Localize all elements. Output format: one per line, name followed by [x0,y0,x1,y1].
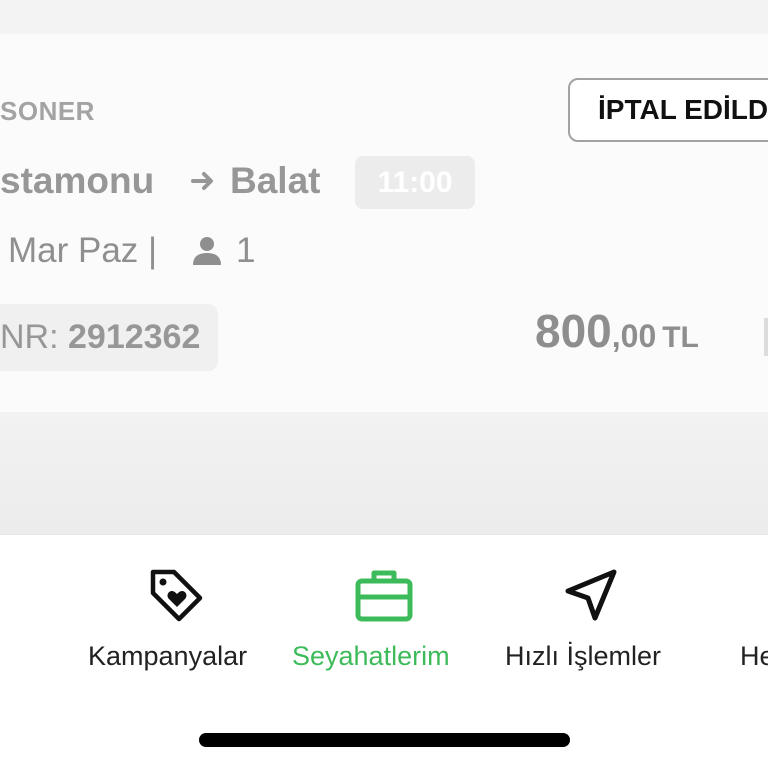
pnr-text: NR: 2912362 [0,316,200,358]
price-currency: TL [662,321,699,354]
card-edge-divider [764,318,768,356]
navigation-arrow-icon [563,567,619,628]
top-strip [0,0,768,34]
tab-label-hizli-islemler: Hızlı İşlemler [505,641,662,671]
briefcase-icon [355,567,413,630]
content-background [0,412,768,534]
price-decimal: ,00 [611,318,657,354]
pnr-value: 2912362 [68,318,201,356]
arrow-right-icon [190,168,216,199]
route-origin: stamonu [0,160,155,201]
passenger-count: 1 [236,231,256,270]
tag-heart-icon [148,567,206,630]
person-icon [190,234,224,273]
price-integer: 800 [535,305,612,357]
status-badge-label: İPTAL EDİLD [598,94,768,125]
tab-label-seyahatlerim: Seyahatlerim [292,641,450,671]
date-text: Mar Paz [8,231,139,270]
departure-time-chip: 11:00 [355,156,475,209]
home-indicator [199,733,570,747]
tab-label-partial: He [740,641,768,671]
pnr-label: NR: [0,318,59,356]
date-separator: | [148,231,158,270]
company-logo: SONER [0,96,95,126]
trip-date: Mar Paz | [8,230,157,272]
ticket-price: 800,00 TL [535,304,699,370]
tab-label-kampanyalar: Kampanyalar [88,641,248,671]
route-destination: Balat [230,160,321,201]
